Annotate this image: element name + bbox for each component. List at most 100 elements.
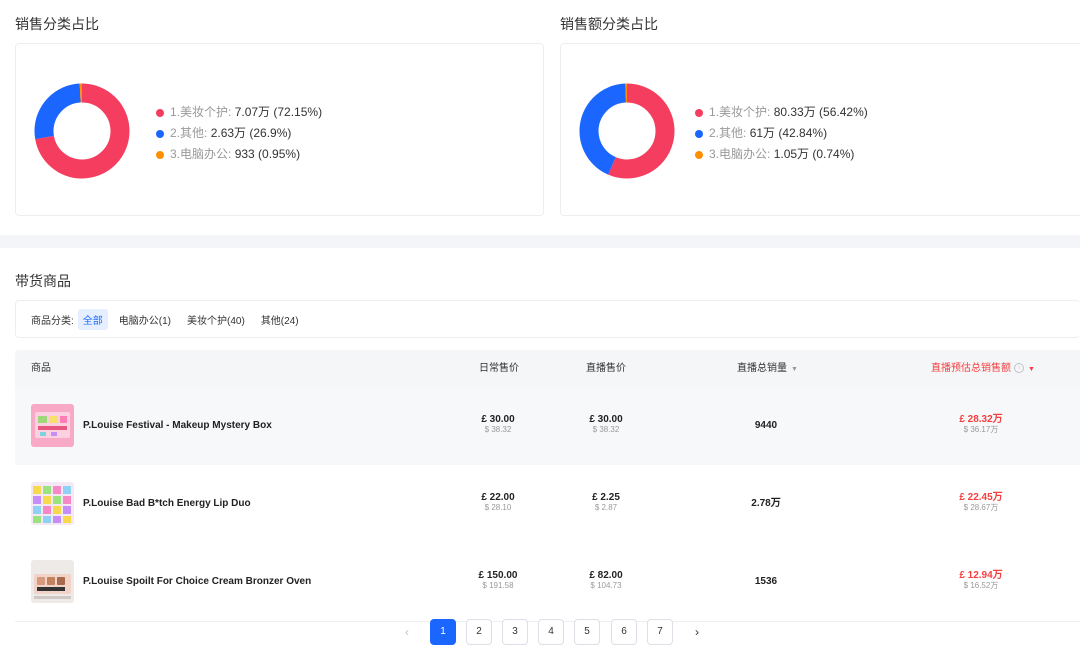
- table-row[interactable]: P.Louise Festival - Makeup Mystery Box £…: [15, 387, 1080, 466]
- legend-name: 1.美妆个护:: [170, 105, 232, 119]
- revenue-share-card: 1.美妆个护: 80.33万 (56.42%) 2.其他: 61万 (42.84…: [560, 43, 1080, 216]
- col-daily-price: 日常售价: [479, 363, 519, 374]
- legend-item: 1.美妆个护: 7.07万 (72.15%): [156, 102, 322, 123]
- revenue-usd: $ 16.52万: [963, 581, 999, 590]
- product-thumbnail[interactable]: [31, 404, 74, 447]
- legend-dot: [156, 129, 164, 138]
- sales-share-legend: 1.美妆个护: 7.07万 (72.15%) 2.其他: 2.63万 (26.9…: [156, 102, 322, 165]
- product-name[interactable]: P.Louise Spoilt For Choice Cream Bronzer…: [83, 543, 311, 621]
- page-button-4[interactable]: 4: [538, 619, 564, 645]
- page-button-1[interactable]: 1: [430, 619, 456, 645]
- filter-all[interactable]: 全部: [77, 308, 108, 330]
- live-volume: 2.78万: [751, 498, 781, 509]
- legend-dot: [156, 108, 164, 117]
- col-live-price: 直播售价: [586, 363, 626, 374]
- live-revenue: £ 28.32万 $ 36.17万: [941, 414, 1021, 434]
- col-live-revenue-sort[interactable]: 直播预估总销售额 i ▼: [931, 350, 1035, 387]
- live-price: £ 2.25 $ 2.87: [566, 492, 646, 512]
- col-product: 商品: [31, 363, 51, 374]
- legend-name: 1.美妆个护:: [709, 105, 771, 119]
- info-icon[interactable]: i: [1014, 363, 1024, 374]
- revenue-usd: $ 28.67万: [963, 503, 999, 512]
- product-name[interactable]: P.Louise Festival - Makeup Mystery Box: [83, 387, 272, 465]
- price-usd: $ 38.32: [484, 425, 512, 434]
- price-usd: $ 2.87: [594, 503, 618, 512]
- price-gbp: £ 150.00: [478, 570, 518, 581]
- price-usd: $ 104.73: [590, 581, 622, 590]
- category-filter-bar: 商品分类: 全部 电脑办公(1) 美妆个护(40) 其他(24): [15, 300, 1080, 338]
- sort-down-icon: ▼: [791, 366, 798, 373]
- product-name[interactable]: P.Louise Bad B*tch Energy Lip Duo: [83, 465, 251, 543]
- page-button-7[interactable]: 7: [647, 619, 673, 645]
- price-usd: $ 28.10: [484, 503, 512, 512]
- page-button-2[interactable]: 2: [466, 619, 492, 645]
- sales-share-donut-chart: [34, 83, 130, 179]
- table-row[interactable]: P.Louise Spoilt For Choice Cream Bronzer…: [15, 543, 1080, 622]
- live-volume: 1536: [754, 576, 778, 587]
- prev-page-chevron-icon[interactable]: ‹: [397, 619, 417, 645]
- next-page-chevron-icon[interactable]: ›: [687, 619, 707, 645]
- daily-price: £ 22.00 $ 28.10: [458, 492, 538, 512]
- filter-beauty[interactable]: 美妆个护(40): [182, 309, 250, 330]
- revenue-share-title: 销售额分类占比: [560, 16, 658, 32]
- revenue-gbp: £ 12.94万: [959, 570, 1003, 581]
- live-price: £ 30.00 $ 38.32: [566, 414, 646, 434]
- legend-value: 933 (0.95%): [234, 147, 301, 161]
- price-gbp: £ 82.00: [589, 570, 623, 581]
- legend-name: 3.电脑办公:: [170, 147, 232, 161]
- legend-item: 3.电脑办公: 1.05万 (0.74%): [695, 144, 868, 165]
- sales-share-title: 销售分类占比: [15, 16, 99, 32]
- price-usd: $ 191.58: [482, 581, 514, 590]
- legend-dot: [695, 150, 703, 159]
- table-header: 商品 日常售价 直播售价 直播总销量 ▼ 直播预估总销售额 i ▼: [15, 350, 1080, 387]
- legend-item: 2.其他: 61万 (42.84%): [695, 123, 868, 144]
- legend-value: 61万 (42.84%): [749, 126, 828, 140]
- legend-name: 2.其他:: [709, 126, 747, 140]
- legend-value: 1.05万 (0.74%): [773, 147, 855, 161]
- pagination: ‹ 1 2 3 4 5 6 7 ›: [0, 619, 1080, 647]
- live-price: £ 82.00 $ 104.73: [566, 570, 646, 590]
- filter-other[interactable]: 其他(24): [256, 309, 304, 330]
- col-live-volume-label: 直播总销量: [737, 363, 787, 374]
- revenue-share-donut-chart: [579, 83, 675, 179]
- product-thumbnail[interactable]: [31, 482, 74, 525]
- products-title: 带货商品: [15, 273, 71, 289]
- live-volume: 9440: [754, 420, 778, 431]
- col-live-revenue-label: 直播预估总销售额: [931, 363, 1011, 374]
- live-revenue: £ 22.45万 $ 28.67万: [941, 492, 1021, 512]
- revenue-gbp: £ 28.32万: [959, 414, 1003, 425]
- price-usd: $ 38.32: [592, 425, 620, 434]
- sort-down-icon: ▼: [1028, 366, 1035, 373]
- legend-value: 2.63万 (26.9%): [210, 126, 292, 140]
- page-button-6[interactable]: 6: [611, 619, 637, 645]
- legend-value: 7.07万 (72.15%): [234, 105, 323, 119]
- revenue-usd: $ 36.17万: [963, 425, 999, 434]
- daily-price: £ 150.00 $ 191.58: [458, 570, 538, 590]
- price-gbp: £ 2.25: [592, 492, 620, 503]
- legend-dot: [695, 108, 703, 117]
- product-thumbnail[interactable]: [31, 560, 74, 603]
- price-gbp: £ 30.00: [589, 414, 623, 425]
- legend-dot: [156, 150, 164, 159]
- price-gbp: £ 30.00: [481, 414, 515, 425]
- legend-item: 3.电脑办公: 933 (0.95%): [156, 144, 322, 165]
- page-button-3[interactable]: 3: [502, 619, 528, 645]
- legend-item: 2.其他: 2.63万 (26.9%): [156, 123, 322, 144]
- filter-label: 商品分类:: [31, 315, 74, 327]
- legend-dot: [695, 129, 703, 138]
- table-row[interactable]: P.Louise Bad B*tch Energy Lip Duo £ 22.0…: [15, 465, 1080, 544]
- live-revenue: £ 12.94万 $ 16.52万: [941, 570, 1021, 590]
- legend-name: 3.电脑办公:: [709, 147, 771, 161]
- page-button-5[interactable]: 5: [574, 619, 600, 645]
- legend-item: 1.美妆个护: 80.33万 (56.42%): [695, 102, 868, 123]
- filter-computer-office[interactable]: 电脑办公(1): [114, 309, 176, 330]
- legend-value: 80.33万 (56.42%): [773, 105, 868, 119]
- legend-name: 2.其他:: [170, 126, 208, 140]
- section-divider: [0, 235, 1080, 248]
- daily-price: £ 30.00 $ 38.32: [458, 414, 538, 434]
- col-live-volume-sort[interactable]: 直播总销量 ▼: [737, 350, 798, 387]
- sales-share-card: 1.美妆个护: 7.07万 (72.15%) 2.其他: 2.63万 (26.9…: [15, 43, 544, 216]
- price-gbp: £ 22.00: [481, 492, 515, 503]
- revenue-gbp: £ 22.45万: [959, 492, 1003, 503]
- revenue-share-legend: 1.美妆个护: 80.33万 (56.42%) 2.其他: 61万 (42.84…: [695, 102, 868, 165]
